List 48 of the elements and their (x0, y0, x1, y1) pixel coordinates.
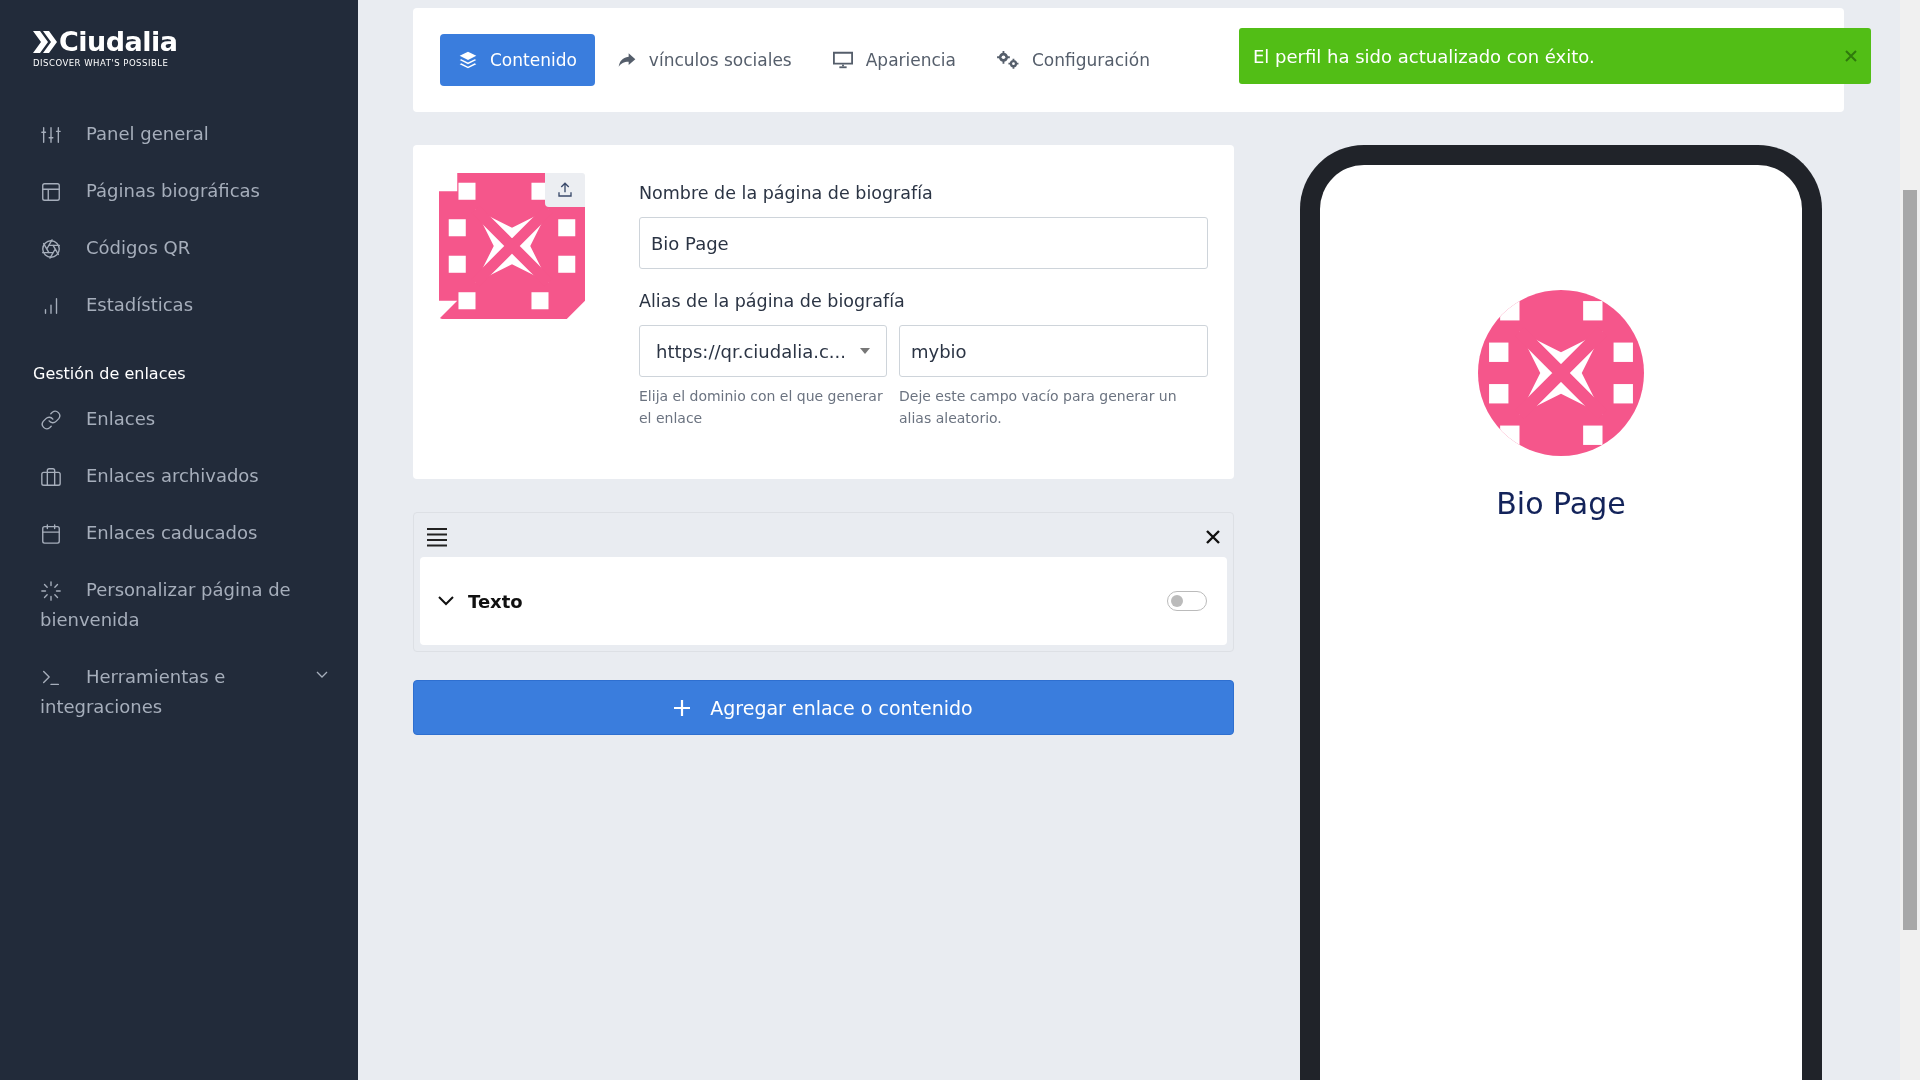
layers-icon (458, 50, 478, 70)
preview-title: Bio Page (1496, 486, 1626, 521)
field-label: Alias de la página de biografía (639, 291, 906, 311)
tab[interactable]: Apariencia (813, 34, 974, 86)
logo-tagline: DISCOVER WHAT'S POSSIBLE (33, 58, 170, 68)
tab[interactable]: vínculos sociales (598, 34, 810, 86)
block-title[interactable]: Texto (432, 589, 529, 613)
sidebar-item[interactable]: Enlaces archivados (0, 448, 358, 505)
sidebar-item[interactable]: Páginas biográficas (0, 163, 358, 220)
sidebar-item[interactable]: Personalizar página de bienvenida (0, 562, 358, 649)
section-title: Gestión de enlaces (33, 364, 187, 383)
toggle-switch[interactable] (1167, 591, 1207, 611)
sliders-icon (40, 124, 62, 146)
toast-message: El perfil ha sido actualizado con éxito. (1253, 45, 1595, 67)
name-input[interactable]: Bio Page (639, 217, 1208, 269)
briefcase-icon (40, 466, 62, 488)
sidebar-item[interactable]: Códigos QR (0, 220, 358, 277)
loader-icon (40, 580, 62, 602)
aperture-icon (40, 238, 62, 260)
drag-handle-icon[interactable] (426, 527, 448, 547)
upload-button[interactable] (545, 173, 585, 207)
scrollbar[interactable] (1900, 0, 1920, 1080)
logo-text: Ciudalia (59, 28, 178, 55)
help-text: Elija el dominio con el que generar el enlace (639, 387, 884, 428)
plus-icon (674, 699, 691, 716)
sidebar-item[interactable]: Herramientas e integraciones (0, 649, 358, 736)
link-icon (40, 409, 62, 431)
sidebar-item[interactable]: Panel general (0, 106, 358, 163)
dropdown-caret-icon (860, 348, 870, 354)
gears-icon (996, 50, 1020, 70)
calendar-icon (40, 523, 62, 545)
close-icon[interactable] (1205, 529, 1221, 545)
domain-select[interactable]: https://qr.ciudalia.c... (639, 325, 887, 377)
alias-input[interactable]: mybio (899, 325, 1208, 377)
tab[interactable]: Contenido (440, 34, 595, 86)
add-content-button[interactable]: Agregar enlace o contenido (413, 680, 1234, 735)
monitor-icon (831, 50, 854, 70)
sidebar-item[interactable]: Enlaces (0, 391, 358, 448)
chevron-icon (438, 596, 454, 606)
double-chevron-logo-icon (33, 30, 57, 53)
sidebar-item[interactable]: Estadísticas (0, 277, 358, 334)
sidebar-item[interactable]: Enlaces caducados (0, 505, 358, 562)
layout-icon (40, 181, 62, 203)
chevron-down-icon (316, 671, 328, 679)
field-label: Nombre de la página de biografía (639, 183, 934, 203)
upload-icon (556, 181, 574, 199)
tab[interactable]: Configuración (978, 34, 1168, 86)
help-text: Deje este campo vacío para generar un alias aleatorio. (899, 387, 1178, 428)
